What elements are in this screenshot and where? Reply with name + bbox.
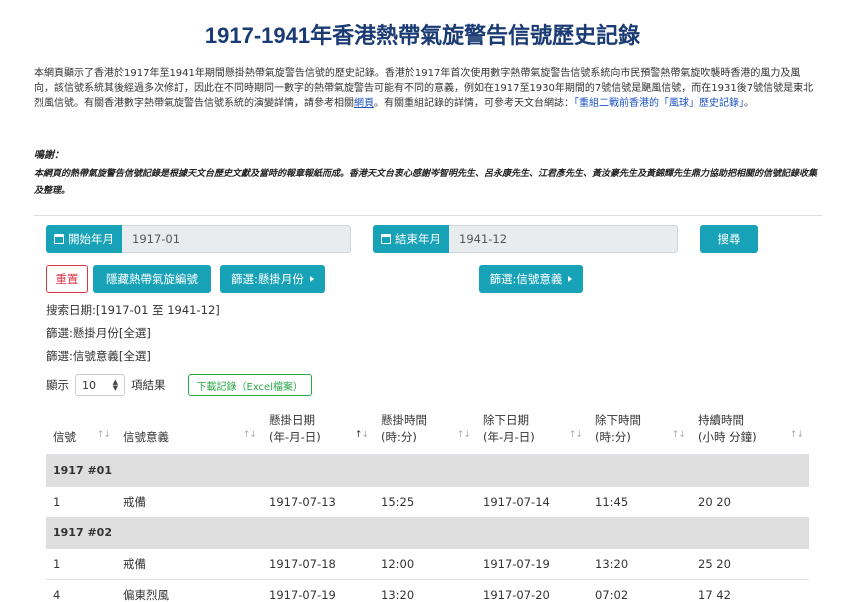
column-header-hoist-date[interactable]: 懸掛日期 (年-月-日) ↑↓ <box>262 406 374 456</box>
calendar-icon <box>54 234 64 244</box>
download-excel-button[interactable]: 下載記錄（Excel檔案） <box>187 374 312 396</box>
sort-ascending-icon: ↑↓ <box>354 430 369 440</box>
acknowledgement-title: 鳴謝： <box>34 150 64 161</box>
end-date-group: 結束年月 1941-12 <box>373 225 678 253</box>
filter-signal-status: 篩選:信號意義[全選] <box>46 349 151 363</box>
updown-arrows-icon: ▲ ▼ <box>112 378 118 392</box>
sort-icon: ↑↓ <box>96 430 111 440</box>
intro-link-webpage[interactable]: 網頁 <box>354 98 374 109</box>
page-title: 1917-1941年香港熱帶氣旋警告信號歷史記錄 <box>204 23 641 48</box>
filter-month-status: 篩選:懸掛月份[全選] <box>46 326 151 340</box>
table-row: 4 偏東烈風 1917-07-19 13:20 1917-07-20 07:02 17 42 <box>46 578 809 602</box>
end-date-label: 結束年月 <box>373 225 449 253</box>
column-header-hoist-time[interactable]: 懸掛時間 (時:分) ↑↓ <box>374 406 476 456</box>
table-row: 1 戒備 1917-07-13 15:25 1917-07-14 11:45 20 20 <box>46 485 809 517</box>
column-header-lower-date[interactable]: 除下日期 (年-月-日) ↑↓ <box>476 406 588 456</box>
start-date-label: 開始年月 <box>46 225 122 253</box>
show-suffix: 項結果 <box>131 378 166 392</box>
column-header-meaning[interactable]: 信號意義 ↑↓ <box>116 406 262 456</box>
acknowledgement-text: 本網頁的熱帶氣旋警告信號記錄是根據天文台歷史文獻及當時的報章報紙而成。香港天文台… <box>34 169 818 196</box>
start-date-group: 開始年月 1917-01 <box>46 225 351 253</box>
search-button[interactable]: 搜尋 <box>700 225 758 253</box>
intro-paragraph: 本網頁顯示了香港於1917年至1941年期間懸掛熱帶氣旋警告信號的歷史記錄。香港… <box>34 66 814 111</box>
group-row: 1917 #01 <box>46 454 809 486</box>
column-header-signal[interactable]: 信號 ↑↓ <box>46 406 116 456</box>
intro-link-blog[interactable]: 「重組二戰前香港的「風球」歷史記錄」 <box>574 98 744 109</box>
group-row: 1917 #02 <box>46 516 809 548</box>
column-header-duration[interactable]: 持續時間 (小時 分鐘) ↑↓ <box>691 406 809 456</box>
signal-records-table: 信號 ↑↓ 信號意義 ↑↓ 懸掛日期 (年-月-日) ↑↓ 懸掛時間 (時:分) ↑↓ 除下… <box>46 406 809 602</box>
calendar-icon <box>381 234 391 244</box>
caret-right-icon <box>568 276 573 282</box>
intro-text-3: 。 <box>744 98 754 109</box>
sort-icon: ↑↓ <box>456 430 471 440</box>
page-length-select[interactable]: 10 ▲ ▼ <box>75 374 125 396</box>
reset-button[interactable]: 重置 <box>46 265 88 293</box>
start-date-input[interactable]: 1917-01 <box>122 225 351 253</box>
column-header-lower-time[interactable]: 除下時間 (時:分) ↑↓ <box>588 406 691 456</box>
search-date-range: 搜索日期:[1917-01 至 1941-12] <box>46 303 220 317</box>
filter-month-button[interactable]: 篩選:懸掛月份 <box>220 265 325 293</box>
sort-icon: ↑↓ <box>671 430 686 440</box>
hide-cyclone-number-button[interactable]: 隱藏熱帶氣旋編號 <box>93 265 211 293</box>
sort-icon: ↑↓ <box>789 430 804 440</box>
table-row: 1 戒備 1917-07-18 12:00 1917-07-19 13:20 25 20 <box>46 547 809 579</box>
intro-text-2: 。有關重組記錄的詳情，可參考天文台網誌： <box>374 98 574 109</box>
end-date-input[interactable]: 1941-12 <box>449 225 678 253</box>
show-prefix: 顯示 <box>46 378 69 392</box>
page-length-control: 顯示 10 ▲ ▼ 項結果 下載記錄（Excel檔案） <box>46 374 312 396</box>
caret-right-icon <box>309 276 314 282</box>
sort-icon: ↑↓ <box>242 430 257 440</box>
table-header-row: 信號 ↑↓ 信號意義 ↑↓ 懸掛日期 (年-月-日) ↑↓ 懸掛時間 (時:分) ↑↓ 除下… <box>46 406 809 456</box>
filter-signal-button[interactable]: 篩選:信號意義 <box>479 265 583 293</box>
sort-icon: ↑↓ <box>568 430 583 440</box>
divider <box>34 215 822 216</box>
